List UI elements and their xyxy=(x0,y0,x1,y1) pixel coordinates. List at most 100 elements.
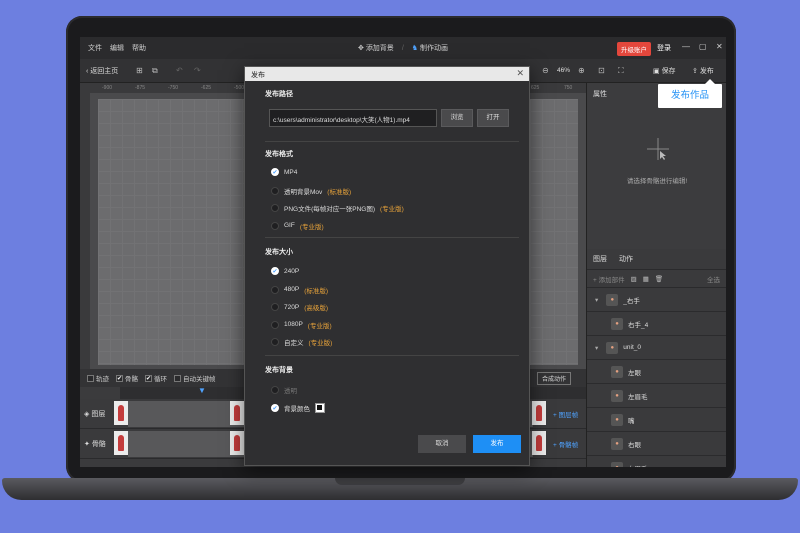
back-home-button[interactable]: ‹ 返回主页 xyxy=(86,66,118,76)
bg-color-label: 背景颜色 xyxy=(284,406,310,413)
expand-arrow-icon[interactable]: ▾ xyxy=(595,296,598,304)
upgrade-button[interactable]: 升级账户 xyxy=(617,42,651,56)
color-picker-swatch[interactable] xyxy=(315,403,325,413)
path-section-label: 发布路径 xyxy=(265,91,293,98)
layer-name: 右手_4 xyxy=(628,321,649,329)
keyframe-thumbnail[interactable] xyxy=(230,401,244,425)
combine-action-button[interactable]: 合成动作 xyxy=(537,372,572,385)
login-link[interactable]: 登录 xyxy=(657,43,671,53)
keyframe-thumbnail[interactable] xyxy=(114,431,128,455)
grid-icon[interactable]: ▦ xyxy=(643,275,649,283)
divider xyxy=(265,237,519,238)
mode-divider: / xyxy=(401,44,404,52)
expand-arrow-icon[interactable]: ▾ xyxy=(595,344,598,352)
checkbox-checked-icon[interactable]: ✔ xyxy=(116,374,123,382)
format-label: GIF xyxy=(284,222,295,229)
edition-tag: (专业版) xyxy=(307,322,332,330)
minimize-icon[interactable]: — xyxy=(682,42,690,51)
timeline-option[interactable]: 轨迹 xyxy=(87,373,109,383)
bone-track-name: 骨骼 xyxy=(91,441,106,448)
size-option[interactable]: 1080P (专业版) xyxy=(271,320,332,330)
copy-icon[interactable]: ⧉ xyxy=(152,66,158,76)
divider xyxy=(265,141,519,142)
radio-icon xyxy=(271,303,279,311)
keyframe-thumbnail[interactable] xyxy=(532,401,546,425)
size-option[interactable]: 自定义 (专业版) xyxy=(271,337,332,347)
ruler-left xyxy=(80,93,90,369)
layer-row[interactable]: ● 左眉毛 xyxy=(587,384,726,408)
layer-row[interactable]: ▾ ● _右手 xyxy=(587,288,726,312)
keyframe-thumbnail[interactable] xyxy=(114,401,128,425)
layer-thumbnail-icon: ● xyxy=(611,317,623,330)
menu-file[interactable]: 文件 xyxy=(88,43,102,53)
open-button[interactable]: 打开 xyxy=(477,109,509,127)
layers-panel: 图层 动作 + 添加部件 ▨ ▦ 🗑 全选 ▾ ● _右手 ● 右手_4 ▾ ● unit_0… xyxy=(586,249,726,467)
timeline-option[interactable]: ✔ 骨骼 xyxy=(116,373,138,383)
maximize-icon[interactable]: ▢ xyxy=(699,42,707,51)
fit-icon[interactable]: ⊡ xyxy=(598,66,605,75)
undo-icon[interactable]: ↶ xyxy=(176,66,183,75)
layers-toolbar: + 添加部件 ▨ ▦ 🗑 全选 xyxy=(587,270,726,288)
tab-actions[interactable]: 动作 xyxy=(619,254,633,264)
make-animation-tab[interactable]: ♞ 制作动画 xyxy=(412,43,448,53)
select-all-button[interactable]: 全选 xyxy=(707,274,720,284)
layer-thumbnail-icon: ● xyxy=(611,365,623,378)
close-icon[interactable]: ✕ xyxy=(716,42,723,51)
format-option[interactable]: GIF (专业版) xyxy=(271,221,324,231)
redo-icon[interactable]: ↷ xyxy=(194,66,201,75)
checkbox-icon[interactable] xyxy=(87,374,94,382)
checkbox-icon[interactable] xyxy=(174,374,181,382)
playhead-icon[interactable]: ▼ xyxy=(198,386,206,395)
layer-row[interactable]: ● 右眼 xyxy=(587,432,726,456)
timeline-option[interactable]: 自动关键帧 xyxy=(174,373,216,383)
save-label: 保存 xyxy=(661,68,676,75)
ruler-tick-label: -500 xyxy=(234,85,245,91)
fullscreen-icon[interactable]: ⛶ xyxy=(618,66,624,76)
keyframe-thumbnail[interactable] xyxy=(230,431,244,455)
layer-row[interactable]: ● 右手_4 xyxy=(587,312,726,336)
timeline-option-label: 循环 xyxy=(154,376,167,383)
layer-row[interactable]: ▾ ● unit_0 xyxy=(587,336,726,360)
layer-row[interactable]: ● 左眼 xyxy=(587,360,726,384)
layer-row[interactable]: ● 嘴 xyxy=(587,408,726,432)
zoom-in-icon[interactable]: ⊕ xyxy=(578,66,585,75)
publish-toolbar-button[interactable]: ⇪ 发布 xyxy=(692,66,714,76)
checkbox-checked-icon[interactable]: ✔ xyxy=(145,374,152,382)
size-option[interactable]: 720P (高级版) xyxy=(271,302,328,312)
menu-help[interactable]: 帮助 xyxy=(132,43,146,53)
keyframe-thumbnail[interactable] xyxy=(532,431,546,455)
tab-layers[interactable]: 图层 xyxy=(593,254,607,264)
size-option[interactable]: ✔ 240P xyxy=(271,267,299,275)
background-section-label: 发布背景 xyxy=(265,367,293,374)
publish-button[interactable]: 发布 xyxy=(473,435,521,453)
save-button[interactable]: ▣ 保存 xyxy=(653,66,676,76)
publish-path-input[interactable]: c:\users\administrator\desktop\大笑(人物1).m… xyxy=(269,109,437,127)
dialog-close-icon[interactable]: ✕ xyxy=(516,68,524,79)
add-bone-frame-button[interactable]: + 骨骼帧 xyxy=(553,439,578,449)
add-scene-tab[interactable]: ✥ 添加背景 xyxy=(358,43,394,53)
add-layer-frame-button[interactable]: + 图层帧 xyxy=(553,409,578,419)
size-section-label: 发布大小 xyxy=(265,249,293,256)
edition-tag: (专业版) xyxy=(380,206,404,213)
menu-edit[interactable]: 编辑 xyxy=(110,43,124,53)
timeline-option[interactable]: ✔ 循环 xyxy=(145,373,167,383)
zoom-out-icon[interactable]: ⊖ xyxy=(542,66,549,75)
layer-name: 右眉毛 xyxy=(628,463,648,468)
format-option[interactable]: 透明背景Mov (标准版) xyxy=(271,186,351,196)
format-option[interactable]: PNG文件(每帧对应一张PNG图) (专业版) xyxy=(271,203,404,213)
size-label: 480P xyxy=(284,286,300,293)
image-icon[interactable]: ▨ xyxy=(631,275,637,283)
size-option[interactable]: 480P (标准版) xyxy=(271,285,328,295)
cancel-button[interactable]: 取消 xyxy=(418,435,466,453)
mode-switcher: ✥ 添加背景 / ♞ 制作动画 xyxy=(358,43,448,53)
radio-icon xyxy=(271,320,279,329)
bg-color-option[interactable]: ✔ 背景颜色 xyxy=(271,403,325,413)
browse-button[interactable]: 浏览 xyxy=(441,109,473,127)
bg-transparent-option[interactable]: 透明 xyxy=(271,385,297,395)
path-section: 发布路径 xyxy=(265,89,519,99)
layer-row[interactable]: ● 右眉毛 xyxy=(587,456,726,467)
trash-icon[interactable]: 🗑 xyxy=(655,275,663,283)
add-component-button[interactable]: + 添加部件 xyxy=(593,274,625,284)
add-frame-icon[interactable]: ⊞ xyxy=(136,66,143,75)
format-option[interactable]: ✔ MP4 xyxy=(271,168,297,176)
